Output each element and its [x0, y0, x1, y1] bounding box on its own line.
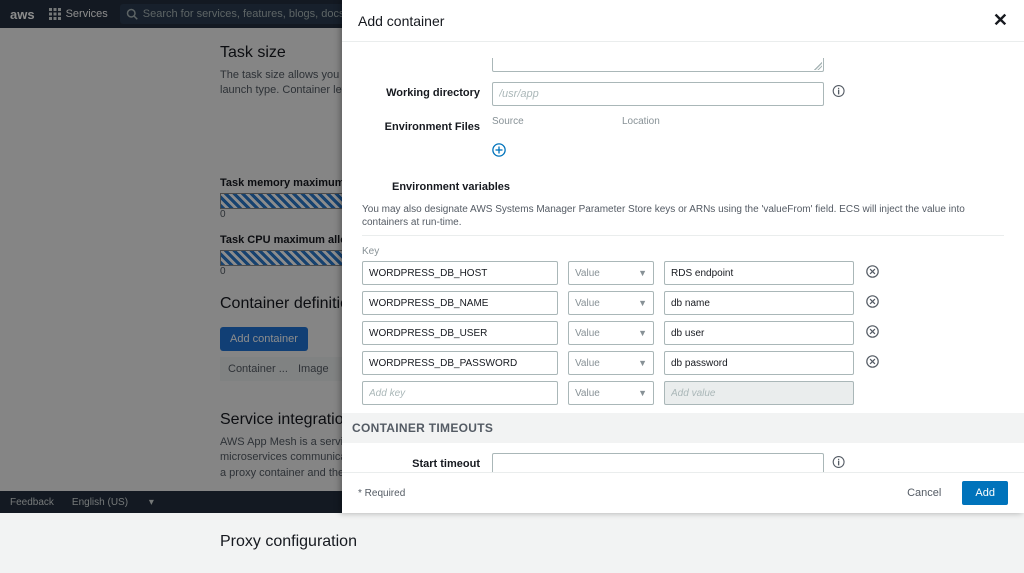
start-timeout-label: Start timeout: [362, 453, 492, 470]
env-type-select[interactable]: Value▼: [568, 261, 654, 285]
env-key-header: Key: [362, 246, 1004, 257]
env-type-select[interactable]: Value▼: [568, 291, 654, 315]
proxy-config-heading: Proxy configuration: [220, 533, 1000, 551]
env-var-row: Value▼: [362, 351, 1004, 375]
env-var-row: Value▼: [362, 291, 1004, 315]
add-button[interactable]: Add: [962, 481, 1008, 505]
remove-icon[interactable]: [864, 265, 880, 281]
env-key-input[interactable]: [362, 291, 558, 315]
env-var-row: Value▼: [362, 321, 1004, 345]
chevron-down-icon: ▼: [638, 328, 647, 338]
env-val-input[interactable]: [664, 351, 854, 375]
start-timeout-input[interactable]: [492, 453, 824, 472]
env-val-input[interactable]: [664, 261, 854, 285]
required-note: * Required: [358, 488, 405, 499]
chevron-down-icon: ▼: [638, 358, 647, 368]
env-type-select[interactable]: Value▼: [568, 351, 654, 375]
prev-textarea[interactable]: [492, 58, 824, 72]
add-env-file-button[interactable]: [492, 143, 1004, 160]
remove-icon[interactable]: [864, 295, 880, 311]
ef-location-label: Location: [622, 116, 660, 127]
modal-footer: * Required Cancel Add: [342, 472, 1024, 513]
cancel-button[interactable]: Cancel: [895, 482, 953, 504]
env-type-select-add[interactable]: Value▼: [568, 381, 654, 405]
ef-source-label: Source: [492, 116, 622, 127]
env-key-input[interactable]: [362, 261, 558, 285]
modal-title: Add container: [358, 13, 444, 29]
env-type-select[interactable]: Value▼: [568, 321, 654, 345]
chevron-down-icon: ▼: [638, 388, 647, 398]
env-val-input-add[interactable]: [664, 381, 854, 405]
close-icon[interactable]: ✕: [993, 10, 1008, 31]
env-val-input[interactable]: [664, 321, 854, 345]
env-vars-desc: You may also designate AWS Systems Manag…: [362, 203, 1004, 236]
remove-icon[interactable]: [864, 325, 880, 341]
env-var-row: Value▼: [362, 261, 1004, 285]
working-dir-input[interactable]: [492, 82, 824, 106]
add-container-modal: Add container ✕ Working directory 🛈 Envi…: [342, 0, 1024, 513]
env-vars-label: Environment variables: [362, 176, 522, 193]
env-val-input[interactable]: [664, 291, 854, 315]
chevron-down-icon: ▼: [638, 268, 647, 278]
env-key-input-add[interactable]: [362, 381, 558, 405]
section-container-timeouts: CONTAINER TIMEOUTS: [342, 413, 1024, 443]
env-key-input[interactable]: [362, 321, 558, 345]
modal-body: Working directory 🛈 Environment Files So…: [342, 42, 1024, 472]
env-key-input[interactable]: [362, 351, 558, 375]
env-files-label: Environment Files: [362, 116, 492, 133]
env-var-row-add: Value▼: [362, 381, 1004, 405]
remove-icon[interactable]: [864, 355, 880, 371]
info-icon[interactable]: 🛈: [832, 454, 845, 472]
info-icon[interactable]: 🛈: [832, 83, 845, 105]
chevron-down-icon: ▼: [638, 298, 647, 308]
modal-header: Add container ✕: [342, 0, 1024, 42]
working-dir-label: Working directory: [362, 82, 492, 99]
